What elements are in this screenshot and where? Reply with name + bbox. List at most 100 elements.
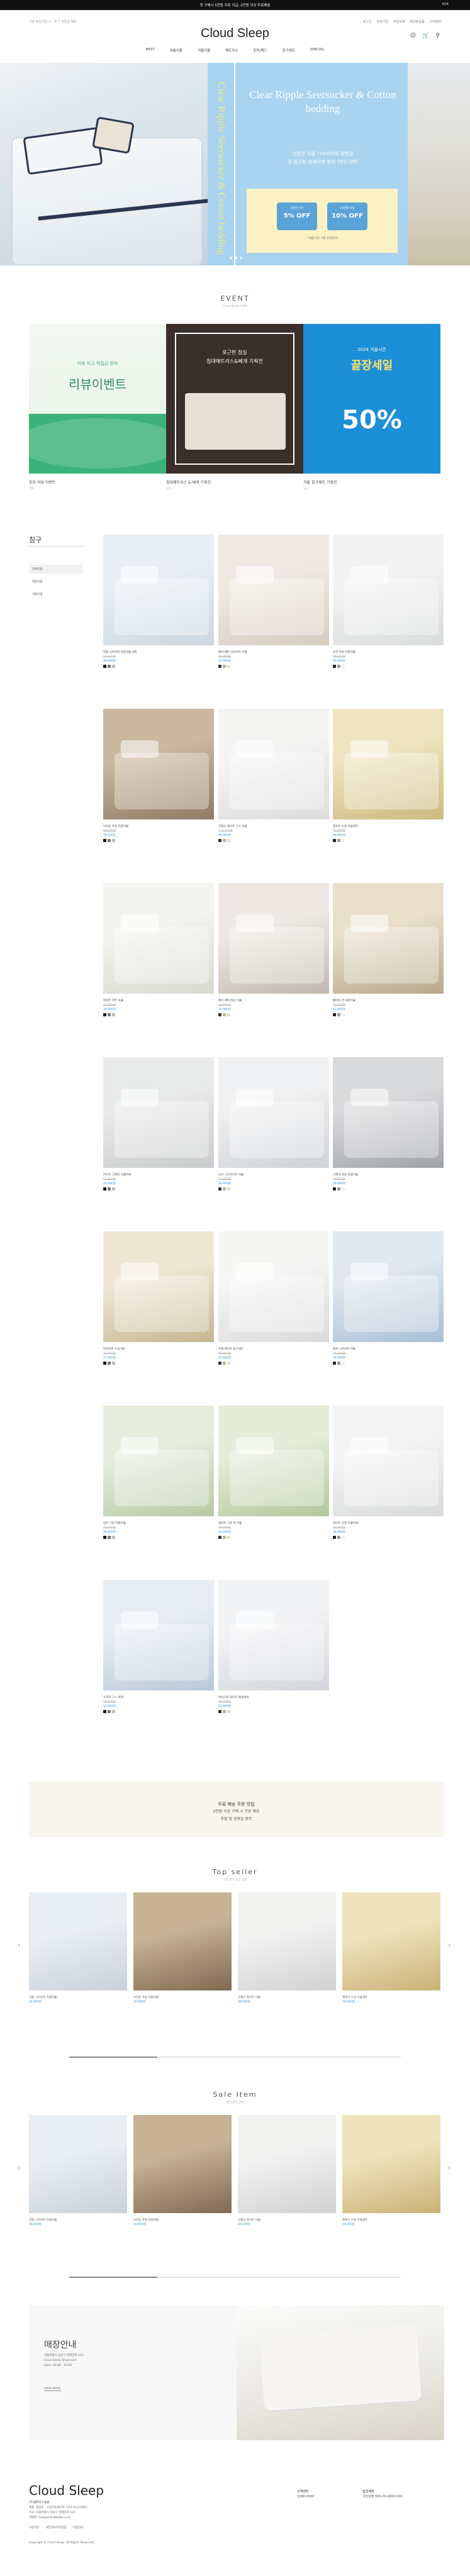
color-swatches[interactable]: [103, 1013, 214, 1016]
hero-pagination[interactable]: [230, 257, 242, 259]
color-swatches[interactable]: [103, 665, 214, 668]
color-swatches[interactable]: [218, 1187, 329, 1191]
top-prev-arrow[interactable]: ‹: [18, 1941, 21, 1950]
category-all[interactable]: 전체상품: [29, 565, 83, 574]
product-image[interactable]: [218, 1406, 329, 1516]
product-image[interactable]: [333, 1057, 444, 1168]
event-card-review[interactable]: 리뷰 쓰고 적립금 받자 리뷰이벤트: [29, 324, 166, 474]
order-lookup-link[interactable]: 주문조회: [393, 19, 405, 24]
cs-tel[interactable]: 1588-0000: [297, 2494, 314, 2499]
coupon-5pct[interactable]: 5만원 이상 5% OFF: [277, 203, 317, 230]
nav-mattress[interactable]: 매트리스: [225, 48, 238, 53]
nav-winter[interactable]: 겨울이불: [198, 48, 210, 53]
carousel-product-name[interactable]: 브라운 프릴 차렵이불: [133, 1996, 244, 2000]
hero-banner[interactable]: Clear Ripple Seersucker & Cotton bedding…: [0, 63, 470, 265]
event-caption-1[interactable]: 포토 리뷰 이벤트: [29, 479, 55, 485]
nav-topper[interactable]: 토퍼/패드: [253, 48, 267, 53]
color-swatches[interactable]: [333, 1187, 444, 1191]
category-winter[interactable]: 겨울이불: [29, 590, 83, 599]
product-image[interactable]: [218, 709, 329, 819]
product-image[interactable]: [333, 1406, 444, 1516]
color-swatches[interactable]: [333, 1536, 444, 1539]
carousel-product-image[interactable]: [29, 1892, 127, 1990]
product-name[interactable]: 블루 시어서커 이불: [333, 1347, 444, 1352]
sale-next-arrow[interactable]: ›: [448, 2163, 451, 2172]
product-name[interactable]: 소프트 구스 베개: [103, 1696, 214, 1700]
sale-scrollbar[interactable]: [69, 2277, 401, 2278]
site-logo[interactable]: Cloud Sleep: [0, 26, 470, 41]
product-image[interactable]: [103, 1580, 214, 1690]
carousel-product-image[interactable]: [342, 2115, 440, 2213]
carousel-product-name[interactable]: 리플 시어서커 차렵이불: [29, 2218, 140, 2223]
product-image[interactable]: [103, 1231, 214, 1342]
color-swatches[interactable]: [103, 1362, 214, 1365]
color-swatches[interactable]: [218, 1536, 329, 1539]
guide-link[interactable]: 이용안내: [73, 2526, 84, 2529]
event-card-mattress[interactable]: 포근한 침실 침대매트리스&베개 기획전: [166, 324, 303, 474]
cart-icon[interactable]: 🛒: [422, 33, 429, 39]
product-name[interactable]: 호텔 화이트 침구세트: [218, 1347, 329, 1352]
product-name[interactable]: 베이지 면 차렵이불: [333, 999, 444, 1003]
search-icon[interactable]: ⚲: [435, 33, 440, 39]
product-name[interactable]: 민트 그린 차렵이불: [103, 1521, 214, 1526]
product-name[interactable]: 베어 패턴 시어서커 이불: [218, 650, 329, 655]
category-summer[interactable]: 여름이불: [29, 577, 83, 586]
product-image[interactable]: [103, 883, 214, 994]
color-swatches[interactable]: [218, 1013, 329, 1016]
product-name[interactable]: 데일리 코튼 이불: [103, 999, 214, 1003]
color-swatches[interactable]: [218, 1710, 329, 1713]
product-image[interactable]: [218, 883, 329, 994]
nav-special[interactable]: SPECIAL: [310, 48, 325, 53]
product-name[interactable]: 순면 워싱 차렵이불: [333, 650, 444, 655]
product-name[interactable]: 호텔식 화이트 구스 이불: [218, 824, 329, 829]
color-swatches[interactable]: [218, 839, 329, 842]
nav-best[interactable]: BEST: [146, 48, 155, 53]
top-next-arrow[interactable]: ›: [448, 1941, 451, 1950]
product-name[interactable]: 라이트 그레이 이불커버: [103, 1173, 214, 1177]
product-image[interactable]: [333, 883, 444, 994]
product-name[interactable]: 브라운 프릴 차렵이불: [103, 824, 214, 829]
user-icon[interactable]: ☺: [410, 33, 416, 39]
carousel-product-name[interactable]: 브라운 프릴 차렵이불: [133, 2218, 244, 2223]
color-swatches[interactable]: [333, 839, 444, 842]
nav-set[interactable]: 침구세트: [283, 48, 295, 53]
product-image[interactable]: [333, 709, 444, 819]
coupon-10pct[interactable]: 10만원 이상 10% OFF: [327, 203, 367, 230]
product-name[interactable]: 세이지 그린 면 이불: [218, 1521, 329, 1526]
product-image[interactable]: [103, 535, 214, 645]
product-image[interactable]: [103, 1406, 214, 1516]
carousel-product-image[interactable]: [29, 2115, 127, 2213]
product-image[interactable]: [218, 1231, 329, 1342]
carousel-product-name[interactable]: 옐로우 누빔 이불세트: [342, 1996, 453, 2000]
color-swatches[interactable]: [103, 1536, 214, 1539]
carousel-product-name[interactable]: 리플 시어서커 차렵이불: [29, 1996, 140, 2000]
recent-items-link[interactable]: 최근본상품: [410, 19, 425, 24]
carousel-product-name[interactable]: 호텔식 화이트 이불: [238, 1996, 349, 2000]
top-scrollbar[interactable]: [69, 2057, 401, 2058]
product-name[interactable]: 체크 패턴 워싱 이불: [218, 999, 329, 1003]
signup-link[interactable]: 회원가입: [377, 19, 388, 24]
product-name[interactable]: 옐로우 누빔 이불세트: [333, 824, 444, 829]
product-image[interactable]: [218, 1057, 329, 1168]
color-swatches[interactable]: [333, 665, 444, 668]
product-image[interactable]: [103, 1057, 214, 1168]
language-selector[interactable]: KOR: [442, 3, 449, 6]
color-swatches[interactable]: [333, 1013, 444, 1016]
footer-logo[interactable]: Cloud Sleep: [29, 2483, 104, 2498]
product-image[interactable]: [218, 535, 329, 645]
color-swatches[interactable]: [333, 1362, 444, 1365]
color-swatches[interactable]: [218, 665, 329, 668]
login-link[interactable]: 로그인: [363, 19, 372, 24]
carousel-product-name[interactable]: 옐로우 누빔 이불세트: [342, 2218, 453, 2223]
nav-summer[interactable]: 여름이불: [170, 48, 182, 53]
carousel-product-image[interactable]: [238, 2115, 336, 2213]
product-name[interactable]: 그레이 워싱 차렵이불: [333, 1173, 444, 1177]
store-view-more[interactable]: VIEW MORE: [44, 2387, 61, 2391]
event-caption-3[interactable]: 겨울 침구세트 기획전: [303, 479, 337, 485]
color-swatches[interactable]: [218, 1362, 329, 1365]
carousel-product-image[interactable]: [133, 2115, 232, 2213]
product-image[interactable]: [218, 1580, 329, 1690]
carousel-product-image[interactable]: [238, 1892, 336, 1990]
color-swatches[interactable]: [103, 1710, 214, 1713]
color-swatches[interactable]: [103, 1187, 214, 1191]
